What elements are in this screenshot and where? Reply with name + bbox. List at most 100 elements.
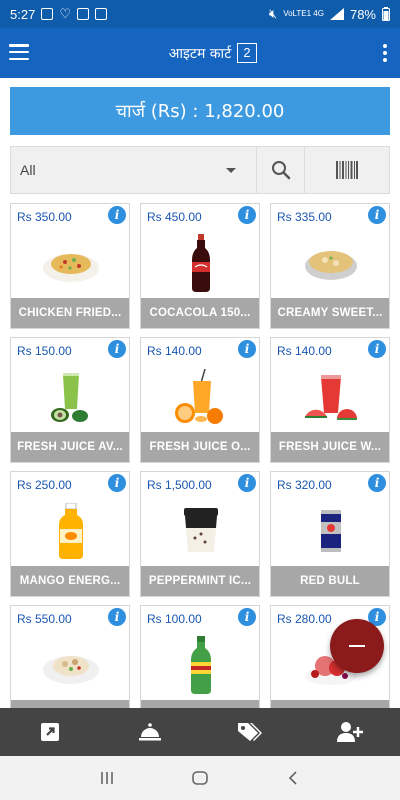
barcode-scan-button[interactable] [305,147,389,193]
service-bell-icon [139,723,161,741]
heart-notification-icon: ♡ [59,6,71,21]
product-price: Rs 150.00 [17,344,72,358]
product-name: MANGO ENERG... [11,566,129,596]
info-icon[interactable]: i [238,474,256,492]
product-card[interactable]: Rs 450.00 i COCACOLA 150... [140,203,260,329]
open-external-button[interactable] [30,712,70,752]
product-price: Rs 1,500.00 [147,478,212,492]
soda-bottle-image [171,634,231,696]
product-price: Rs 550.00 [17,612,72,626]
info-icon[interactable]: i [238,608,256,626]
product-price: Rs 335.00 [277,210,332,224]
mango-bottle-image [41,500,101,562]
product-card[interactable]: Rs 350.00 i CHICKEN FRIED... [10,203,130,329]
info-icon[interactable]: i [368,474,386,492]
energy-can-image [301,500,361,562]
barcode-icon [336,161,358,179]
info-icon[interactable]: i [108,474,126,492]
page-title: आइटम कार्ट [168,46,232,62]
product-price: Rs 100.00 [147,612,202,626]
network-label: VoLTE1 4G [283,9,324,18]
service-bell-button[interactable] [130,712,170,752]
product-name [271,700,389,708]
product-card[interactable]: Rs 250.00 i MANGO ENERG... [10,471,130,597]
product-name: CREAMY SWEET... [271,298,389,328]
product-name: FRESH JUICE AV... [11,432,129,462]
fried-rice-image [41,232,101,294]
search-icon [271,161,290,180]
price-tags-icon [238,723,262,741]
minus-icon [349,645,365,647]
soup-bowl-image [301,232,361,294]
mail-notification-icon [94,8,107,20]
status-bar: 5:27 ♡ 🔇︎ VoLTE1 4G 78% [0,0,400,28]
product-name: RED BULL [271,566,389,596]
back-button[interactable] [278,763,308,793]
system-nav-bar [0,756,400,800]
info-icon[interactable]: i [368,340,386,358]
product-name [141,700,259,708]
info-icon[interactable]: i [108,608,126,626]
price-tags-button[interactable] [230,712,270,752]
product-price: Rs 140.00 [147,344,202,358]
search-button[interactable] [257,147,305,193]
category-selected-value: All [20,162,36,178]
app-bar: आइटम कार्ट 2 [0,28,400,78]
product-card[interactable]: Rs 100.00 i [140,605,260,708]
product-price: Rs 350.00 [17,210,72,224]
product-card[interactable]: Rs 1,500.00 i PEPPERMINT IC... [140,471,260,597]
add-user-button[interactable] [330,712,370,752]
status-left: 5:27 ♡ [10,6,107,22]
image-notification-icon [76,8,89,20]
cola-bottle-image [171,232,231,294]
recent-apps-button[interactable] [92,763,122,793]
app-screen: 5:27 ♡ 🔇︎ VoLTE1 4G 78% आइटम कार्ट 2 चार… [0,0,400,800]
info-icon[interactable]: i [108,206,126,224]
info-icon[interactable]: i [108,340,126,358]
signal-icon [329,8,344,20]
remove-fab-button[interactable] [330,619,384,673]
product-name: FRESH JUICE O... [141,432,259,462]
info-icon[interactable]: i [238,206,256,224]
product-card[interactable]: Rs 140.00 i FRESH JUICE O... [140,337,260,463]
product-name: FRESH JUICE W... [271,432,389,462]
back-icon [289,771,297,785]
mute-icon: 🔇︎ [269,6,278,21]
product-name: CHICKEN FRIED... [11,298,129,328]
product-card[interactable]: Rs 335.00 i CREAMY SWEET... [270,203,390,329]
orange-juice-image [171,366,231,428]
product-card[interactable]: Rs 550.00 i [10,605,130,708]
bottom-nav [0,708,400,756]
battery-icon [382,7,390,21]
product-card[interactable]: Rs 320.00 i RED BULL [270,471,390,597]
home-button[interactable] [185,763,215,793]
watermelon-juice-image [301,366,361,428]
ice-cream-tub-image [171,500,231,562]
product-price: Rs 320.00 [277,478,332,492]
caret-down-icon [226,168,236,173]
open-external-icon [41,723,59,741]
status-right: 🔇︎ VoLTE1 4G 78% [269,6,390,22]
product-price: Rs 280.00 [277,612,332,626]
recent-apps-icon [100,772,113,784]
more-options-icon[interactable] [382,44,388,62]
status-time: 5:27 [10,6,36,22]
cart-count-badge[interactable]: 2 [237,43,257,63]
category-select[interactable]: All [11,147,257,193]
product-name: COCACOLA 150... [141,298,259,328]
add-user-icon [337,722,363,742]
battery-percent: 78% [349,6,376,22]
filter-row: All [10,146,390,194]
home-icon [192,771,208,785]
product-price: Rs 250.00 [17,478,72,492]
charge-button[interactable]: चार्ज (Rs) : 1,820.00 [10,87,390,135]
product-price: Rs 140.00 [277,344,332,358]
info-icon[interactable]: i [238,340,256,358]
product-card[interactable]: Rs 150.00 i FRESH JUICE AV... [10,337,130,463]
product-card[interactable]: Rs 140.00 i FRESH JUICE W... [270,337,390,463]
product-price: Rs 450.00 [147,210,202,224]
product-name [11,700,129,708]
avocado-juice-image [41,366,101,428]
info-icon[interactable]: i [368,206,386,224]
product-name: PEPPERMINT IC... [141,566,259,596]
